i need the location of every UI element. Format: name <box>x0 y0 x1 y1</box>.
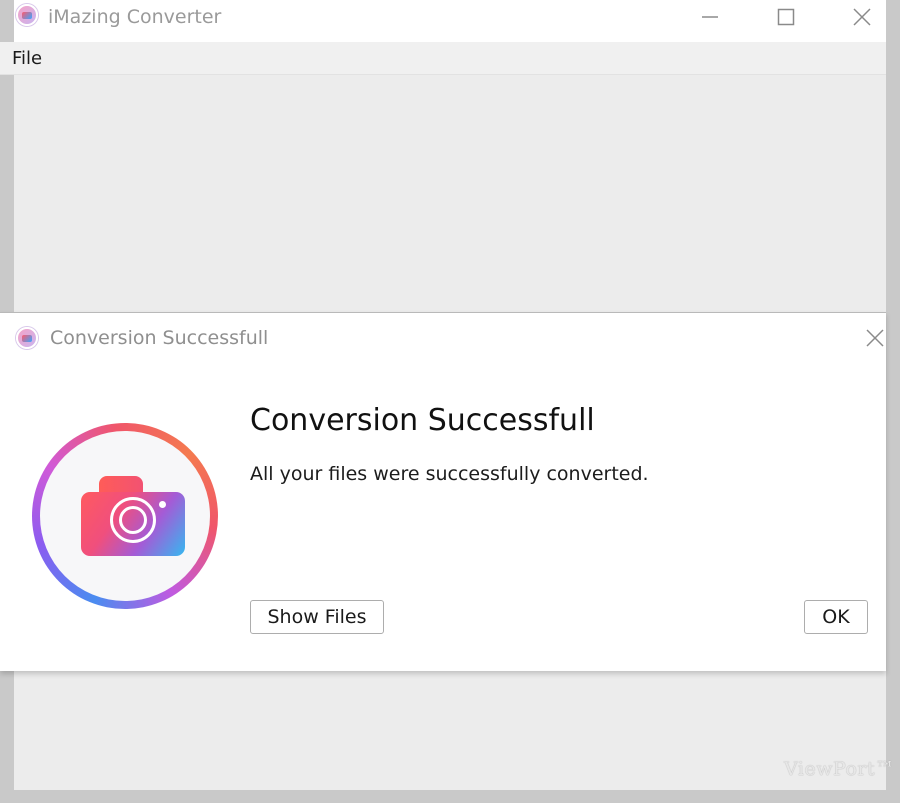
maximize-icon <box>777 8 795 26</box>
camera-flash-dot <box>159 501 166 508</box>
close-icon <box>853 8 871 26</box>
maximize-button[interactable] <box>766 4 806 30</box>
ok-button[interactable]: OK <box>804 600 868 634</box>
camera-logo-icon <box>32 423 218 609</box>
close-icon <box>866 329 884 347</box>
close-button[interactable] <box>842 4 882 30</box>
watermark: ViewPort™ <box>784 758 895 780</box>
dialog-message: All your files were successfully convert… <box>250 463 649 485</box>
dialog-heading: Conversion Successfull <box>250 403 595 438</box>
minimize-icon <box>702 16 718 18</box>
window-title: iMazing Converter <box>48 6 222 28</box>
conversion-dialog: Conversion Successfull Conversion Succes… <box>0 312 886 671</box>
camera-lens-inner <box>119 506 147 534</box>
menu-file[interactable]: File <box>12 48 42 69</box>
minimize-button[interactable] <box>690 4 730 30</box>
dialog-app-icon <box>16 327 38 349</box>
menu-bar: File <box>0 42 886 75</box>
title-bar[interactable]: iMazing Converter <box>14 0 886 42</box>
logo-inner-circle <box>40 431 210 601</box>
dialog-title: Conversion Successfull <box>50 327 269 349</box>
show-files-button[interactable]: Show Files <box>250 600 384 634</box>
app-icon <box>16 4 38 26</box>
dialog-close-button[interactable] <box>862 325 888 351</box>
